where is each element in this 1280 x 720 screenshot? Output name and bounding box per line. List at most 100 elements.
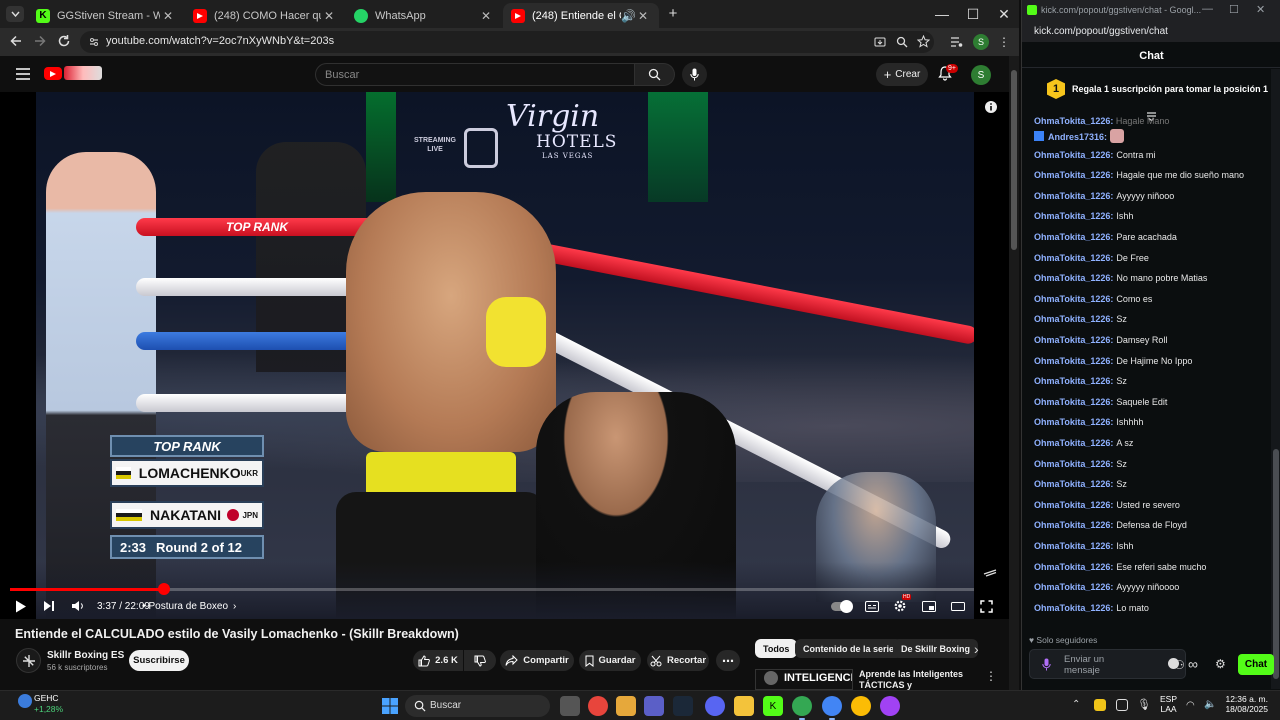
chip-channel[interactable]: De Skillr Boxing	[893, 639, 979, 658]
chat-username[interactable]: OhmaTokita_1226:	[1034, 582, 1113, 592]
chat-username[interactable]: OhmaTokita_1226:	[1034, 479, 1113, 489]
stock-widget-icon[interactable]	[18, 694, 32, 708]
minimize-button[interactable]: —	[926, 0, 958, 28]
account-avatar[interactable]: S	[971, 65, 991, 85]
widget-label[interactable]: GEHC	[34, 693, 59, 703]
infinity-icon[interactable]: ∞	[1188, 656, 1198, 672]
chip-todos[interactable]: Todos	[755, 639, 798, 658]
next-button[interactable]	[43, 597, 55, 615]
chat-username[interactable]: OhmaTokita_1226:	[1034, 376, 1113, 386]
site-settings-icon[interactable]	[88, 36, 100, 48]
chrome-profile-icon[interactable]	[792, 696, 812, 716]
back-button[interactable]	[9, 34, 23, 48]
tray-app-icon[interactable]	[1116, 699, 1128, 711]
kebab-menu-icon[interactable]: ⋮	[985, 669, 997, 683]
theater-mode-button[interactable]	[951, 597, 965, 615]
close-icon[interactable]: ✕	[321, 9, 337, 23]
speaker-icon[interactable]: 🔊	[621, 9, 636, 23]
chrome-profile-icon[interactable]	[880, 696, 900, 716]
menu-icon[interactable]: ⋮	[998, 35, 1010, 49]
kick-app-icon[interactable]: K	[763, 696, 783, 716]
hamburger-menu-icon[interactable]	[16, 68, 30, 80]
chat-username[interactable]: OhmaTokita_1226:	[1034, 562, 1113, 572]
create-button[interactable]: + Crear	[876, 63, 928, 86]
chat-username[interactable]: Andres17316:	[1048, 132, 1107, 142]
chevron-up-icon[interactable]: ⌃	[1072, 699, 1080, 710]
chat-username[interactable]: OhmaTokita_1226:	[1034, 417, 1113, 427]
chat-username[interactable]: OhmaTokita_1226:	[1034, 314, 1113, 324]
bookmark-star-icon[interactable]	[917, 35, 930, 48]
discord-icon[interactable]	[705, 696, 725, 716]
doodle-logo[interactable]	[64, 66, 102, 80]
chat-username[interactable]: OhmaTokita_1226:	[1034, 541, 1113, 551]
chat-username[interactable]: OhmaTokita_1226:	[1034, 520, 1113, 530]
subtitles-button[interactable]	[865, 597, 879, 615]
chat-username[interactable]: OhmaTokita_1226:	[1034, 335, 1113, 345]
tab-whatsapp[interactable]: WhatsApp ✕	[346, 3, 502, 28]
tab-youtube-1[interactable]: (248) COMO Hacer que Tu Opo ✕	[185, 3, 345, 28]
search-button[interactable]	[635, 63, 675, 86]
mute-button[interactable]	[71, 597, 84, 615]
chat-username[interactable]: OhmaTokita_1226:	[1034, 191, 1113, 201]
tab-kick-stream[interactable]: K GGStiven Stream - Watch Live o ✕	[28, 3, 184, 28]
emotes-icon[interactable]: ⚇	[1174, 658, 1185, 672]
media-controls-icon[interactable]	[950, 36, 963, 48]
steam-icon[interactable]	[673, 696, 693, 716]
play-button[interactable]	[15, 597, 27, 615]
window-close-button[interactable]: ✕	[988, 0, 1019, 28]
chat-username[interactable]: OhmaTokita_1226:	[1034, 211, 1113, 221]
maximize-button[interactable]: ☐	[1229, 3, 1239, 16]
reload-button[interactable]	[57, 34, 71, 48]
search-input[interactable]: Buscar	[315, 63, 635, 86]
chapter-button[interactable]: • Postura de Boxeo ›	[142, 597, 236, 615]
miniplayer-button[interactable]	[922, 597, 936, 615]
minimize-button[interactable]: —	[1202, 3, 1213, 15]
zoom-icon[interactable]	[896, 36, 908, 48]
chat-username[interactable]: OhmaTokita_1226:	[1034, 397, 1113, 407]
clock[interactable]: 12:36 a. m. 18/08/2025	[1222, 694, 1268, 714]
start-button[interactable]	[380, 696, 400, 716]
close-icon[interactable]: ✕	[160, 9, 176, 23]
fullscreen-button[interactable]	[980, 597, 993, 615]
chat-username[interactable]: OhmaTokita_1226:	[1034, 150, 1113, 160]
ambient-mode-icon[interactable]	[983, 565, 997, 577]
address-bar[interactable]: youtube.com/watch?v=2oc7nXyWNbY&t=203s	[80, 31, 934, 53]
close-button[interactable]: ✕	[1256, 3, 1265, 16]
chrome-profile-icon[interactable]	[822, 696, 842, 716]
profile-avatar[interactable]: S	[973, 34, 989, 50]
wifi-icon[interactable]: ◠	[1186, 700, 1195, 711]
task-view-icon[interactable]	[560, 696, 580, 716]
close-icon[interactable]: ✕	[478, 9, 494, 23]
settings-button[interactable]: HD	[893, 594, 912, 615]
microphone-icon[interactable]: 🎙	[1137, 698, 1151, 711]
chat-username[interactable]: OhmaTokita_1226:	[1034, 294, 1113, 304]
chat-username[interactable]: OhmaTokita_1226:	[1034, 459, 1113, 469]
store-icon[interactable]	[616, 696, 636, 716]
chat-username[interactable]: OhmaTokita_1226:	[1034, 356, 1113, 366]
more-actions-button[interactable]: ⋯	[716, 650, 740, 671]
chip-series[interactable]: Contenido de la serie	[795, 639, 903, 658]
forward-button[interactable]	[33, 34, 47, 48]
recommendation-title[interactable]: Aprende las Inteligentes TÁCTICAS y ESTR…	[859, 669, 977, 690]
file-explorer-icon[interactable]	[734, 696, 754, 716]
channel-avatar[interactable]	[16, 648, 41, 673]
chat-scrollbar[interactable]	[1271, 69, 1280, 689]
chrome-icon[interactable]	[588, 696, 608, 716]
video-player[interactable]: Virgin HOTELS LAS VEGAS STREAMING LIVE T…	[0, 92, 1009, 619]
autoplay-toggle[interactable]	[831, 597, 853, 615]
voice-search-button[interactable]	[682, 62, 707, 87]
microphone-icon[interactable]	[1042, 658, 1051, 671]
teams-icon[interactable]	[644, 696, 664, 716]
install-app-icon[interactable]	[874, 36, 886, 48]
save-button[interactable]: Guardar	[579, 650, 641, 671]
chrome-profile-icon[interactable]	[851, 696, 871, 716]
chat-username[interactable]: OhmaTokita_1226:	[1034, 438, 1113, 448]
maximize-button[interactable]: ☐	[957, 0, 989, 28]
tab-search-button[interactable]	[6, 6, 24, 22]
chat-username[interactable]: OhmaTokita_1226:	[1034, 500, 1113, 510]
youtube-logo[interactable]	[44, 67, 62, 80]
chat-username[interactable]: OhmaTokita_1226:	[1034, 253, 1113, 263]
page-scrollbar[interactable]	[1009, 56, 1019, 690]
share-button[interactable]: Compartir	[500, 650, 574, 671]
taskbar-search[interactable]: Buscar	[405, 695, 550, 717]
